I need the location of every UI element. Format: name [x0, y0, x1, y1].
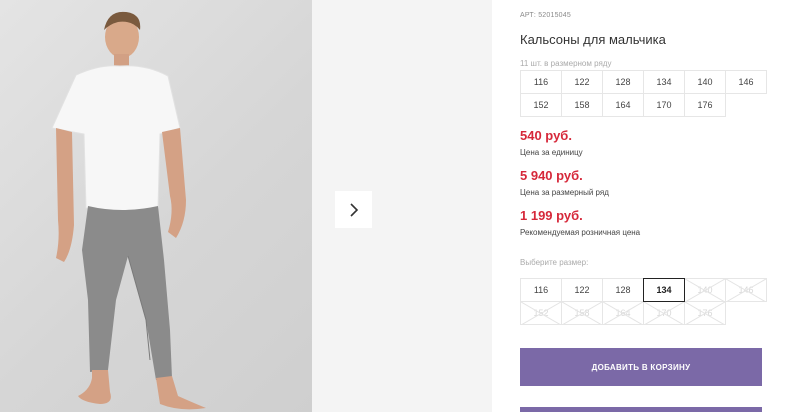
- size-row-cell: 122: [561, 70, 603, 94]
- size-option-unavailable: 164: [602, 301, 644, 325]
- gallery-next-button[interactable]: [335, 191, 372, 228]
- size-option-unavailable: 176: [684, 301, 726, 325]
- size-row-grid: 116 122 128 134 140 146 152 158 164 170 …: [520, 70, 767, 117]
- product-photo-illustration: [51, 11, 206, 410]
- size-option[interactable]: 116: [520, 278, 562, 302]
- size-row-cell: 146: [725, 70, 767, 94]
- product-sku: АРТ: 52015045: [520, 12, 571, 19]
- add-to-cart-button[interactable]: ДОБАВИТЬ В КОРЗИНУ: [520, 348, 762, 386]
- chevron-right-icon: [349, 202, 358, 217]
- size-option-unavailable: 146: [725, 278, 767, 302]
- secondary-action-button[interactable]: [520, 407, 762, 412]
- retail-price: 1 199 руб.: [520, 208, 583, 223]
- size-row-cell: 152: [520, 93, 562, 117]
- size-option-unavailable: 170: [643, 301, 685, 325]
- size-select-label: Выберите размер:: [520, 258, 589, 267]
- size-option-unavailable: 140: [684, 278, 726, 302]
- size-option[interactable]: 128: [602, 278, 644, 302]
- sku-value: 52015045: [538, 12, 571, 19]
- row-price: 5 940 руб.: [520, 168, 583, 183]
- size-row-cell: 164: [602, 93, 644, 117]
- size-row-cell: 158: [561, 93, 603, 117]
- size-option-selected[interactable]: 134: [643, 278, 685, 302]
- size-option-unavailable: 158: [561, 301, 603, 325]
- size-row-cell: 140: [684, 70, 726, 94]
- size-row-cell: 176: [684, 93, 726, 117]
- size-row-cell: 170: [643, 93, 685, 117]
- size-row-cell: 128: [602, 70, 644, 94]
- unit-price-label: Цена за единицу: [520, 148, 583, 157]
- product-title: Кальсоны для мальчика: [520, 32, 666, 47]
- size-row-count: 11 шт. в размерном ряду: [520, 59, 612, 68]
- unit-price: 540 руб.: [520, 128, 572, 143]
- size-row-cell: 116: [520, 70, 562, 94]
- size-option-unavailable: 152: [520, 301, 562, 325]
- size-select-grid: 116 122 128 134 140 146 152 158 164 170 …: [520, 278, 767, 325]
- product-photo: [0, 0, 312, 412]
- retail-price-label: Рекомендуемая розничная цена: [520, 228, 641, 237]
- size-option[interactable]: 122: [561, 278, 603, 302]
- row-price-label: Цена за размерный ряд: [520, 188, 609, 197]
- sku-label: АРТ:: [520, 12, 537, 19]
- size-row-cell: 134: [643, 70, 685, 94]
